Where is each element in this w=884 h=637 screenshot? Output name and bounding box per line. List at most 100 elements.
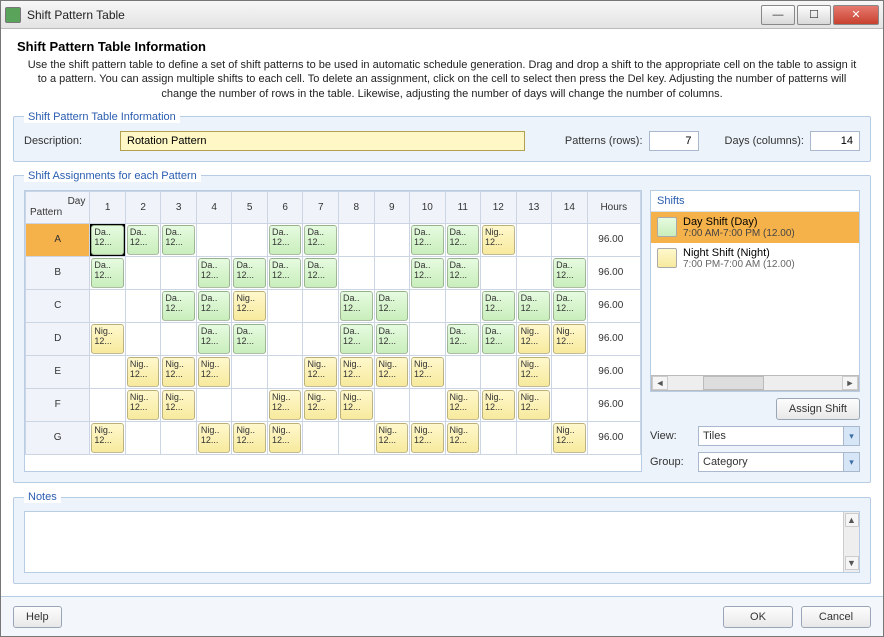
view-combo[interactable]: Tiles ▾ (698, 426, 860, 446)
days-input[interactable] (810, 131, 860, 151)
night-shift-chip[interactable]: Nig..12... (269, 390, 302, 420)
grid-cell[interactable] (552, 388, 588, 421)
grid-cell[interactable]: Nig..12... (445, 388, 481, 421)
grid-cell[interactable]: Da..12... (196, 322, 232, 355)
grid-cell[interactable]: Da..12... (125, 223, 161, 256)
grid-cell[interactable]: Nig..12... (481, 388, 517, 421)
pattern-label[interactable]: D (26, 322, 90, 355)
grid-cell[interactable] (374, 388, 410, 421)
shift-item[interactable]: Night Shift (Night)7:00 PM-7:00 AM (12.0… (651, 243, 859, 274)
grid-cell[interactable] (125, 289, 161, 322)
notes-scrollbar[interactable]: ▲ ▼ (843, 512, 859, 572)
grid-cell[interactable]: Da..12... (516, 289, 552, 322)
grid-cell[interactable]: Nig..12... (338, 388, 374, 421)
day-shift-chip[interactable]: Da..12... (91, 225, 124, 255)
grid-cell[interactable] (161, 322, 197, 355)
grid-cell[interactable]: Da..12... (410, 256, 446, 289)
pattern-label[interactable]: F (26, 388, 90, 421)
grid-cell[interactable] (232, 223, 268, 256)
scroll-down-icon[interactable]: ▼ (845, 556, 859, 570)
grid-cell[interactable]: Nig..12... (161, 355, 197, 388)
grid-cell[interactable]: Nig..12... (90, 421, 126, 454)
night-shift-chip[interactable]: Nig..12... (340, 357, 373, 387)
night-shift-chip[interactable]: Nig..12... (304, 357, 337, 387)
grid-cell[interactable] (232, 355, 268, 388)
patterns-input[interactable] (649, 131, 699, 151)
day-shift-chip[interactable]: Da..12... (553, 258, 586, 288)
grid-cell[interactable] (374, 256, 410, 289)
grid-cell[interactable]: Da..12... (374, 289, 410, 322)
night-shift-chip[interactable]: Nig..12... (553, 423, 586, 453)
grid-cell[interactable]: Nig..12... (516, 388, 552, 421)
pattern-label[interactable]: A (26, 223, 90, 256)
grid-cell[interactable]: Da..12... (232, 322, 268, 355)
grid-cell[interactable]: Nig..12... (303, 355, 339, 388)
grid-cell[interactable]: Da..12... (374, 322, 410, 355)
titlebar[interactable]: Shift Pattern Table — ☐ ✕ (1, 1, 883, 29)
grid-cell[interactable] (196, 388, 232, 421)
grid-cell[interactable]: Da..12... (90, 256, 126, 289)
day-header[interactable]: 12 (481, 191, 517, 223)
night-shift-chip[interactable]: Nig..12... (340, 390, 373, 420)
day-shift-chip[interactable]: Da..12... (411, 258, 444, 288)
grid-cell[interactable]: Nig..12... (90, 322, 126, 355)
grid-cell[interactable]: Da..12... (445, 256, 481, 289)
night-shift-chip[interactable]: Nig..12... (482, 390, 515, 420)
grid-cell[interactable]: Nig..12... (196, 355, 232, 388)
grid-cell[interactable]: Da..12... (552, 256, 588, 289)
night-shift-chip[interactable]: Nig..12... (518, 324, 551, 354)
night-shift-chip[interactable]: Nig..12... (233, 423, 266, 453)
shift-item[interactable]: Day Shift (Day)7:00 AM-7:00 PM (12.00) (651, 212, 859, 243)
day-header[interactable]: 8 (338, 191, 374, 223)
grid-cell[interactable]: Da..12... (161, 223, 197, 256)
night-shift-chip[interactable]: Nig..12... (127, 357, 160, 387)
night-shift-chip[interactable]: Nig..12... (482, 225, 515, 255)
ok-button[interactable]: OK (723, 606, 793, 628)
grid-cell[interactable] (161, 421, 197, 454)
grid-cell[interactable] (516, 223, 552, 256)
grid-cell[interactable] (196, 223, 232, 256)
night-shift-chip[interactable]: Nig..12... (518, 357, 551, 387)
night-shift-chip[interactable]: Nig..12... (376, 357, 409, 387)
grid-cell[interactable]: Da..12... (552, 289, 588, 322)
night-shift-chip[interactable]: Nig..12... (447, 423, 480, 453)
grid-cell[interactable] (232, 388, 268, 421)
scroll-right-icon[interactable]: ► (842, 376, 858, 390)
grid-cell[interactable] (303, 289, 339, 322)
grid-cell[interactable]: Nig..12... (552, 322, 588, 355)
grid-cell[interactable] (338, 223, 374, 256)
night-shift-chip[interactable]: Nig..12... (518, 390, 551, 420)
grid-cell[interactable]: Nig..12... (410, 355, 446, 388)
pattern-label[interactable]: C (26, 289, 90, 322)
grid-cell[interactable]: Nig..12... (267, 421, 303, 454)
day-shift-chip[interactable]: Da..12... (198, 324, 231, 354)
grid-cell[interactable]: Nig..12... (552, 421, 588, 454)
day-shift-chip[interactable]: Da..12... (269, 258, 302, 288)
grid-cell[interactable]: Da..12... (196, 289, 232, 322)
grid-cell[interactable]: Nig..12... (374, 355, 410, 388)
night-shift-chip[interactable]: Nig..12... (127, 390, 160, 420)
grid-cell[interactable]: Nig..12... (481, 223, 517, 256)
grid-cell[interactable]: Nig..12... (267, 388, 303, 421)
grid-cell[interactable]: Nig..12... (516, 322, 552, 355)
night-shift-chip[interactable]: Nig..12... (162, 390, 195, 420)
grid-cell[interactable] (303, 421, 339, 454)
grid-cell[interactable] (410, 388, 446, 421)
day-shift-chip[interactable]: Da..12... (162, 225, 195, 255)
day-header[interactable]: 4 (196, 191, 232, 223)
day-header[interactable]: 7 (303, 191, 339, 223)
night-shift-chip[interactable]: Nig..12... (411, 357, 444, 387)
scroll-thumb[interactable] (703, 376, 764, 390)
night-shift-chip[interactable]: Nig..12... (162, 357, 195, 387)
grid-cell[interactable]: Nig..12... (410, 421, 446, 454)
grid-cell[interactable]: Nig..12... (516, 355, 552, 388)
day-shift-chip[interactable]: Da..12... (127, 225, 160, 255)
grid-cell[interactable] (552, 223, 588, 256)
grid-cell[interactable] (125, 322, 161, 355)
night-shift-chip[interactable]: Nig..12... (376, 423, 409, 453)
scroll-up-icon[interactable]: ▲ (845, 513, 859, 527)
day-shift-chip[interactable]: Da..12... (482, 324, 515, 354)
grid-cell[interactable] (481, 355, 517, 388)
assign-shift-button[interactable]: Assign Shift (776, 398, 860, 420)
day-shift-chip[interactable]: Da..12... (233, 324, 266, 354)
